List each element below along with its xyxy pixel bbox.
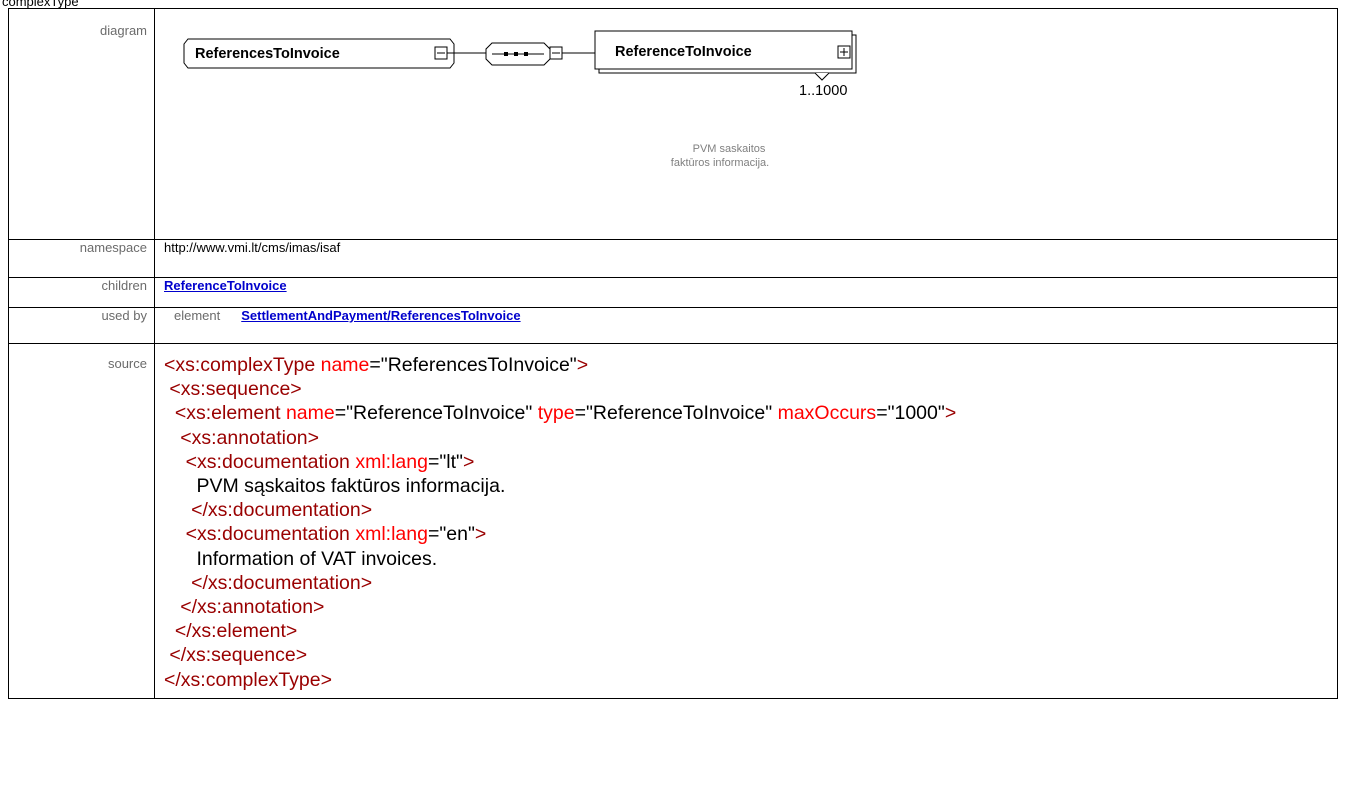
source-code: <xs:complexType name="ReferencesToInvoic… xyxy=(164,353,1337,692)
source-token: </xs:annotation> xyxy=(164,596,325,619)
source-token: </xs:documentation> xyxy=(164,499,373,522)
occurrence-label: 1..1000 xyxy=(799,83,847,99)
source-token: name xyxy=(285,402,335,425)
source-token: ="1000" xyxy=(876,402,945,425)
source-token: type xyxy=(537,402,575,425)
source-token: maxOccurs xyxy=(777,402,877,425)
children-label: children xyxy=(8,277,155,308)
used-by-cell: element SettlementAndPayment/ReferencesTo… xyxy=(154,307,1338,344)
source-token: <xs:complexType xyxy=(164,354,321,376)
source-line: </xs:sequence> xyxy=(164,643,1337,667)
source-token: ="ReferenceToInvoice" xyxy=(334,402,538,425)
source-line: </xs:documentation> xyxy=(164,571,1337,595)
source-token: > xyxy=(462,450,475,473)
used-by-row: used by element SettlementAndPayment/Refe… xyxy=(8,307,1338,344)
annotation-line-2: faktūros informacija. xyxy=(670,157,770,169)
source-cell: <xs:complexType name="ReferencesToInvoic… xyxy=(154,343,1338,699)
source-line: <xs:documentation xml:lang="en"> xyxy=(164,522,1337,546)
source-token: > xyxy=(474,523,487,546)
annotation-line-1: PVM saskaitos xyxy=(692,143,766,155)
used-by-link[interactable]: SettlementAndPayment/ReferencesToInvoice xyxy=(241,308,520,323)
diagram-annotation: PVM saskaitos faktūros informacija. xyxy=(595,142,855,170)
source-token: ="ReferencesToInvoice" xyxy=(369,354,577,376)
sequence-collapse-icon[interactable] xyxy=(549,46,563,60)
source-token: ="ReferenceToInvoice" xyxy=(574,402,778,425)
source-token: PVM sąskaitos faktūros informacija. xyxy=(164,475,506,498)
source-row: source <xs:complexType name="ReferencesT… xyxy=(8,343,1338,699)
source-line: </xs:element> xyxy=(164,619,1337,643)
schema-diagram-svg: ReferencesToInvoice ReferenceToInvoice 1… xyxy=(183,30,857,99)
source-token: > xyxy=(944,402,957,425)
namespace-value: http://www.vmi.lt/cms/imas/isaf xyxy=(154,239,1338,278)
source-token: Information of VAT invoices. xyxy=(164,547,438,570)
source-token: xml:lang xyxy=(355,523,428,546)
type-collapse-icon[interactable] xyxy=(434,46,448,60)
source-token: > xyxy=(576,354,589,376)
source-token: </xs:complexType> xyxy=(164,668,332,691)
source-token: </xs:element> xyxy=(164,620,298,643)
source-line: </xs:complexType> xyxy=(164,668,1337,692)
source-line: </xs:annotation> xyxy=(164,595,1337,619)
schema-diagram: ReferencesToInvoice ReferenceToInvoice 1… xyxy=(155,9,1337,225)
child-element-name: ReferenceToInvoice xyxy=(615,44,752,60)
source-line: </xs:documentation> xyxy=(164,498,1337,522)
children-row: children ReferenceToInvoice xyxy=(8,277,1338,308)
type-name: ReferencesToInvoice xyxy=(195,46,340,62)
diagram-label: diagram xyxy=(8,8,155,240)
source-line: PVM sąskaitos faktūros informacija. xyxy=(164,474,1337,498)
source-token: ="lt" xyxy=(427,450,463,473)
child-expand-icon[interactable] xyxy=(837,45,851,59)
source-line: <xs:complexType name="ReferencesToInvoic… xyxy=(164,353,1337,377)
namespace-label: namespace xyxy=(8,239,155,278)
source-label: source xyxy=(8,343,155,699)
source-token: xml:lang xyxy=(355,450,428,473)
source-line: <xs:documentation xml:lang="lt"> xyxy=(164,450,1337,474)
source-line: <xs:annotation> xyxy=(164,426,1337,450)
occurrence-marker xyxy=(814,72,830,81)
source-token: </xs:documentation> xyxy=(164,571,373,594)
source-line: <xs:sequence> xyxy=(164,377,1337,401)
source-token: <xs:annotation> xyxy=(164,426,320,449)
source-line: Information of VAT invoices. xyxy=(164,547,1337,571)
source-token: <xs:documentation xyxy=(164,450,356,473)
child-link-reference-to-invoice[interactable]: ReferenceToInvoice xyxy=(164,278,287,293)
used-by-label: used by xyxy=(8,307,155,344)
children-cell: ReferenceToInvoice xyxy=(154,277,1338,308)
diagram-cell: ReferencesToInvoice ReferenceToInvoice 1… xyxy=(154,8,1338,240)
type-documentation-table: diagram ReferencesToInvoice ReferenceToI… xyxy=(8,8,1338,699)
source-token: <xs:element xyxy=(164,402,286,425)
source-token: ="en" xyxy=(427,523,475,546)
used-by-kind: element xyxy=(174,308,221,323)
source-token: name xyxy=(320,354,370,376)
diagram-row: diagram ReferencesToInvoice ReferenceToI… xyxy=(8,8,1338,240)
source-token: <xs:documentation xyxy=(164,523,356,546)
source-token: <xs:sequence> xyxy=(164,378,302,401)
namespace-row: namespace http://www.vmi.lt/cms/imas/isa… xyxy=(8,239,1338,278)
source-line: <xs:element name="ReferenceToInvoice" ty… xyxy=(164,401,1337,425)
source-token: </xs:sequence> xyxy=(164,644,308,667)
